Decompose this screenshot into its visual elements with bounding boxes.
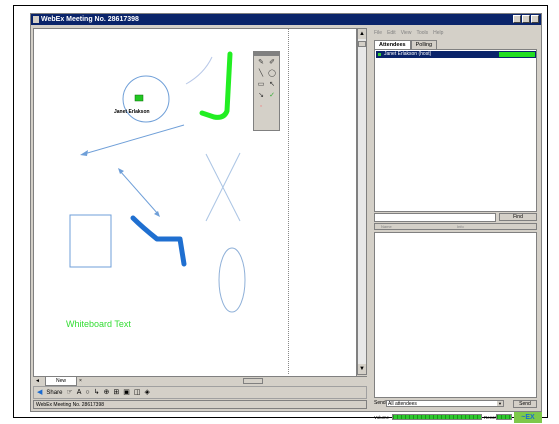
- volume-label: Volume: [374, 415, 390, 420]
- status-bar: WebEx Meeting No. 28617398: [33, 400, 367, 409]
- close-button[interactable]: [531, 15, 539, 23]
- shape-icon[interactable]: ○: [85, 388, 89, 398]
- horizontal-scroll-thumb[interactable]: [243, 378, 263, 384]
- scroll-down-icon[interactable]: ▼: [358, 364, 366, 374]
- annotation-palette: ✎ ✐ ╲ ◯ ▭ ↖ ↘ ✓ ▫: [253, 51, 280, 131]
- minimize-button[interactable]: [513, 15, 521, 23]
- palette-header[interactable]: [254, 52, 279, 56]
- zoom-icon[interactable]: ⊕: [103, 388, 109, 398]
- vertical-scrollbar[interactable]: ▲ ▼: [357, 28, 367, 375]
- window-title: WebEx Meeting No. 28617398: [41, 16, 139, 23]
- check-icon[interactable]: ✓: [267, 91, 277, 101]
- scroll-thumb[interactable]: [358, 41, 366, 47]
- presenter-pointer-icon: [134, 94, 144, 102]
- page-tab-strip: ◄ New ×: [33, 376, 367, 386]
- tab-polling[interactable]: Polling: [410, 40, 438, 49]
- tab-attendees[interactable]: Attendees: [374, 40, 411, 49]
- drawn-ellipse: [218, 247, 246, 313]
- send-button[interactable]: Send: [513, 400, 537, 408]
- tab-close-icon[interactable]: ×: [79, 378, 84, 384]
- erase-icon[interactable]: ◈: [144, 388, 149, 398]
- grid-icon[interactable]: ⊞: [113, 388, 119, 398]
- window-controls: [513, 15, 539, 23]
- tab-new[interactable]: New: [45, 377, 77, 386]
- arrow-line-1: [83, 124, 185, 155]
- highlighter-icon[interactable]: ✎: [256, 58, 266, 68]
- bottom-toolbar: ◀ Share ☞ A ○ ↳ ⊕ ⊞ ▣ ◫ ◈: [33, 386, 367, 399]
- menu-bar: File Edit View Tools Help: [374, 30, 443, 36]
- share-icon[interactable]: ◀: [37, 388, 42, 398]
- print-icon[interactable]: ◫: [134, 388, 141, 398]
- record-meter[interactable]: [496, 414, 512, 420]
- tab-prev-icon[interactable]: ◄: [35, 378, 40, 384]
- scroll-up-icon[interactable]: ▲: [358, 29, 366, 39]
- menu-help[interactable]: Help: [433, 30, 443, 36]
- menu-edit[interactable]: Edit: [387, 30, 396, 36]
- chat-column-header: Name Info: [374, 223, 537, 230]
- title-bar[interactable]: WebEx Meeting No. 28617398: [31, 14, 541, 25]
- webex-logo: ~EX: [514, 412, 542, 423]
- text-icon[interactable]: A: [77, 388, 82, 398]
- blue-pen-stroke: [130, 215, 187, 267]
- drawn-curve: [185, 56, 213, 85]
- menu-view[interactable]: View: [401, 30, 412, 36]
- send-to-select[interactable]: All attendees ▼: [386, 400, 504, 407]
- arrow-icon[interactable]: ↳: [94, 388, 100, 398]
- pointer-icon[interactable]: ☞: [66, 388, 72, 398]
- arrow-head-2a: [118, 168, 124, 174]
- pen-icon[interactable]: ✐: [267, 58, 277, 68]
- chat-area[interactable]: [374, 232, 537, 398]
- meeting-window: WebEx Meeting No. 28617398 Janet Erlakso…: [30, 13, 542, 423]
- rectangle-icon[interactable]: ▭: [256, 80, 266, 90]
- menu-file[interactable]: File: [374, 30, 382, 36]
- attendee-list: Janet Erlakson (host): [374, 49, 537, 212]
- drawn-circle: [122, 75, 170, 123]
- find-input[interactable]: [374, 213, 496, 222]
- eraser-icon[interactable]: ▫: [256, 102, 266, 112]
- attendee-name: Janet Erlakson (host): [384, 51, 432, 57]
- volume-meter[interactable]: [392, 414, 482, 420]
- line-icon[interactable]: ╲: [256, 69, 266, 79]
- find-button[interactable]: Find: [499, 213, 537, 221]
- maximize-button[interactable]: [522, 15, 530, 23]
- audio-meters: Volume Record ~EX: [374, 412, 544, 424]
- attendee-status-icon: [378, 53, 381, 56]
- pointer-arrow-icon[interactable]: ↖: [267, 80, 277, 90]
- arrow-tool-icon[interactable]: ↘: [256, 91, 266, 101]
- send-to-value: All attendees: [388, 401, 417, 407]
- green-pen-stroke: [199, 51, 233, 120]
- right-panel: File Edit View Tools Help Attendees Poll…: [370, 27, 542, 423]
- drawn-rectangle: [69, 214, 112, 268]
- panel-tabs: Attendees Polling: [374, 40, 438, 49]
- chevron-down-icon[interactable]: ▼: [497, 401, 503, 406]
- ellipse-icon[interactable]: ◯: [267, 69, 277, 79]
- column-name[interactable]: Name: [381, 224, 392, 230]
- attendee-activity-bar: [499, 52, 535, 57]
- arrow-head-2b: [154, 211, 160, 217]
- arrow-line-2: [119, 170, 159, 215]
- page-icon[interactable]: ▣: [123, 388, 130, 398]
- attendee-row[interactable]: Janet Erlakson (host): [376, 51, 536, 58]
- app-icon: [33, 16, 39, 23]
- share-button[interactable]: Share: [46, 390, 62, 396]
- whiteboard-canvas[interactable]: Janet Erlakson ✎ ✐ ╲ ◯ ▭ ↖ ↘ ✓ ▫ Whitebo…: [33, 28, 357, 377]
- menu-tools[interactable]: Tools: [416, 30, 428, 36]
- presenter-label: Janet Erlakson: [114, 109, 150, 115]
- whiteboard-text: Whiteboard Text: [66, 319, 131, 329]
- send-row: Send to All attendees ▼ Send: [374, 400, 537, 408]
- column-info[interactable]: Info: [457, 224, 464, 230]
- arrow-head-1: [80, 150, 88, 156]
- find-row: Find: [374, 213, 537, 222]
